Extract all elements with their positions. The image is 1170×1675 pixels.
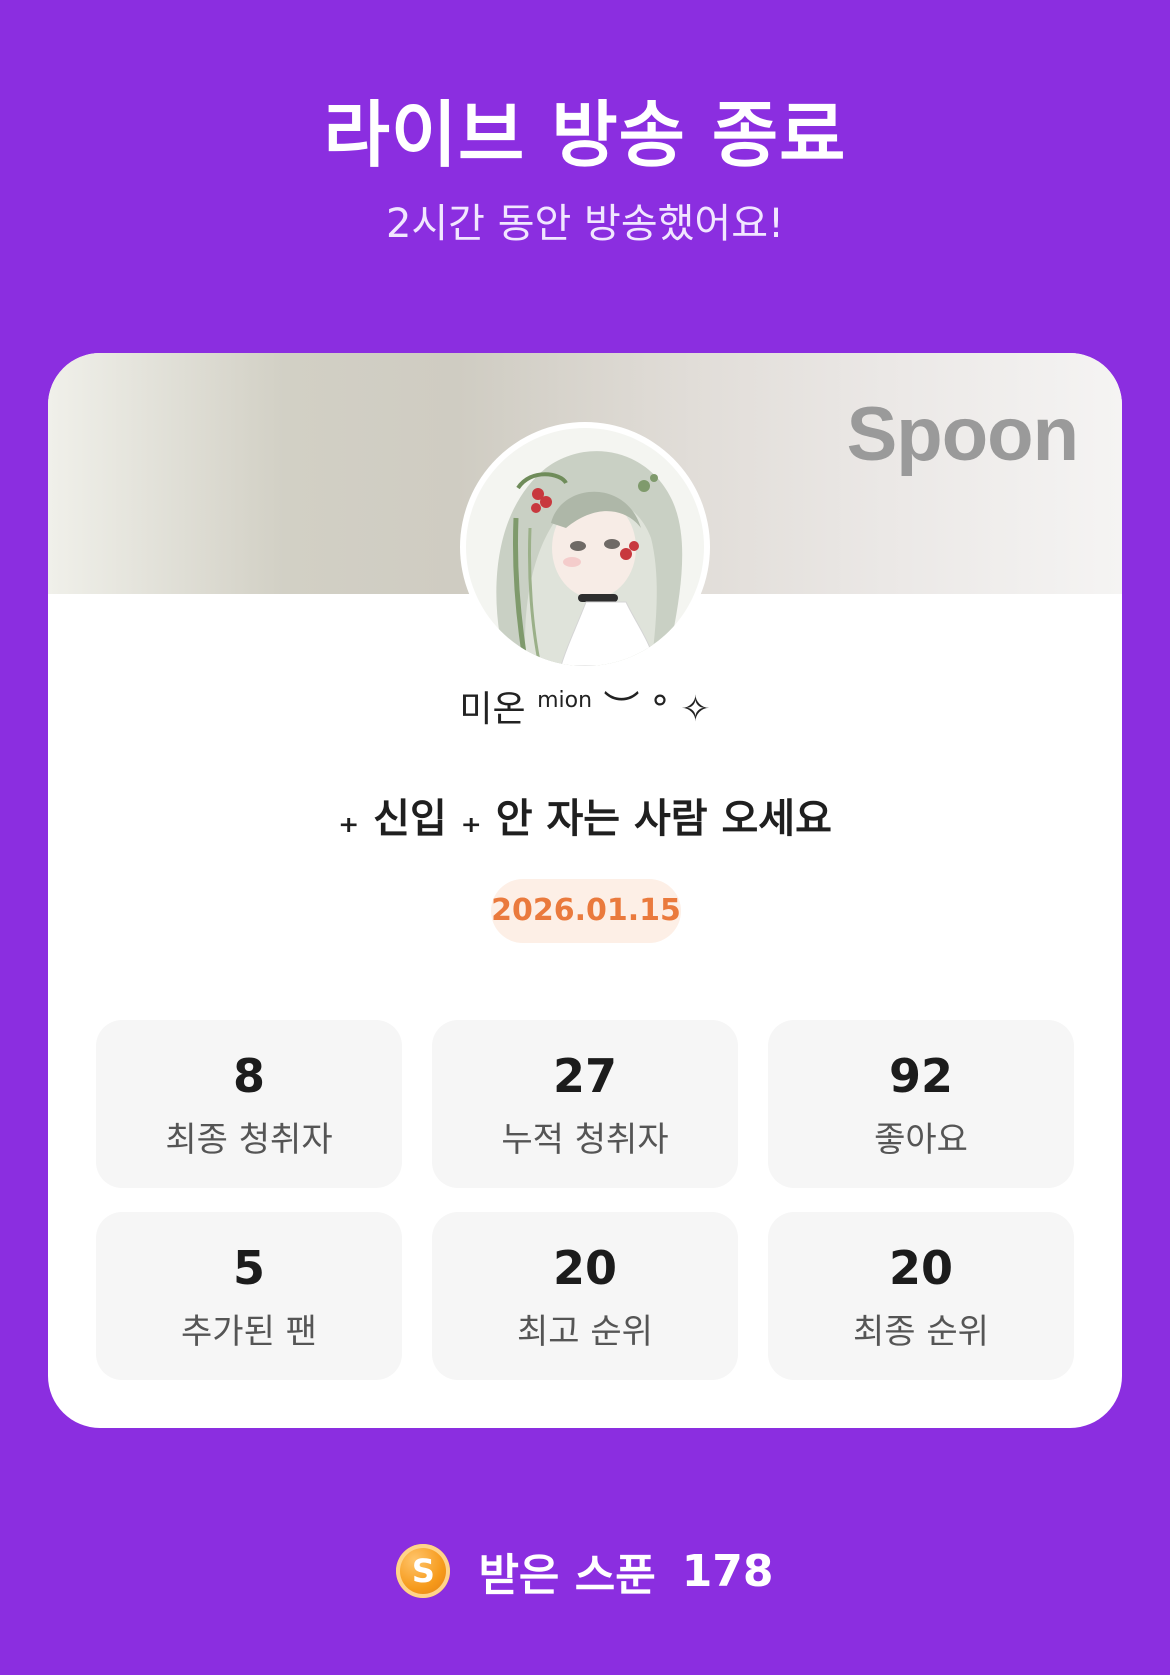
nickname-decoration: ︶ ° ✧ xyxy=(603,689,711,730)
stat-label: 최종 순위 xyxy=(853,1312,989,1352)
stat-value: 20 xyxy=(552,1241,617,1295)
broadcast-duration-text: 2시간 동안 방송했어요! xyxy=(385,201,785,247)
received-spoons-summary: S 받은 스푼 178 xyxy=(0,1536,1170,1606)
stat-value: 92 xyxy=(888,1049,953,1103)
avatar-illustration xyxy=(466,428,704,666)
stat-label: 추가된 팬 xyxy=(181,1312,317,1352)
stat-value: 5 xyxy=(232,1241,265,1295)
stat-new-fans: 5 추가된 팬 xyxy=(96,1212,402,1380)
broadcast-summary-card: Spoon 미온 mion ︶ ° ✧ ₊ 신입 ₊ 안 자는 사람 오세요 2… xyxy=(48,353,1122,1428)
stat-label: 최고 순위 xyxy=(517,1312,653,1352)
page-title: 라이브 방송 종료 xyxy=(323,93,847,177)
date-badge: 2026.01.15 xyxy=(491,879,681,943)
stat-likes: 92 좋아요 xyxy=(768,1020,1074,1188)
nickname-superscript: mion xyxy=(537,688,593,713)
avatar xyxy=(466,428,704,666)
stat-value: 8 xyxy=(232,1049,265,1103)
stat-label: 좋아요 xyxy=(874,1120,968,1160)
stat-label: 최종 청취자 xyxy=(165,1120,333,1160)
stat-final-rank: 20 최종 순위 xyxy=(768,1212,1074,1380)
received-spoons-label: 받은 스푼 xyxy=(478,1550,656,1601)
stat-value: 20 xyxy=(888,1241,953,1295)
stat-value: 27 xyxy=(552,1049,617,1103)
spoon-coin-icon: S xyxy=(396,1544,451,1598)
received-spoons-count: 178 xyxy=(681,1545,774,1597)
stat-label: 누적 청취자 xyxy=(501,1120,669,1160)
stat-total-listeners: 27 누적 청취자 xyxy=(432,1020,738,1188)
stat-final-listeners: 8 최종 청취자 xyxy=(96,1020,402,1188)
nickname-main: 미온 xyxy=(459,689,526,730)
stat-highest-rank: 20 최고 순위 xyxy=(432,1212,738,1380)
live-title: ₊ 신입 ₊ 안 자는 사람 오세요 xyxy=(338,796,832,842)
streamer-nickname: 미온 mion ︶ ° ✧ xyxy=(48,675,1122,736)
spoon-logo: Spoon xyxy=(846,392,1079,477)
